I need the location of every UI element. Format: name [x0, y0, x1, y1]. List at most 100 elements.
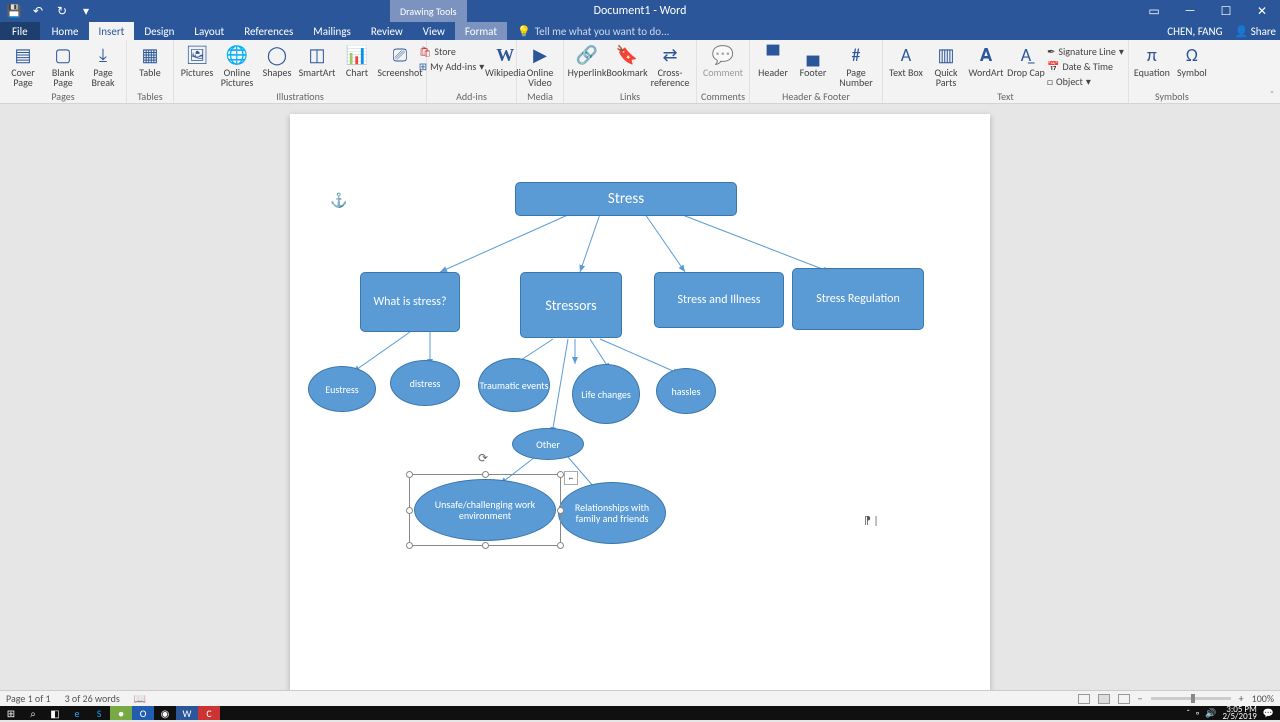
share-button[interactable]: 👤 Share [1235, 25, 1276, 38]
selection-box[interactable]: ⟳ ⌐ [409, 474, 561, 546]
ie-icon[interactable]: e [66, 706, 88, 720]
page-break-button[interactable]: ⤓Page Break [84, 42, 122, 88]
handle[interactable] [406, 542, 413, 549]
shape-eustress[interactable]: Eustress [308, 366, 376, 412]
object-button[interactable]: □Object ▾ [1047, 74, 1124, 89]
shape-life-changes[interactable]: Life changes [572, 364, 640, 424]
rotate-handle-icon[interactable]: ⟳ [478, 451, 492, 465]
shape-other[interactable]: Other [512, 428, 584, 460]
shape-distress[interactable]: distress [390, 360, 460, 406]
shapes-button[interactable]: ◯Shapes [258, 42, 296, 78]
equation-button[interactable]: πEquation [1133, 42, 1171, 78]
handle[interactable] [482, 471, 489, 478]
tab-format[interactable]: Format [455, 22, 507, 40]
document-workspace[interactable]: ⚓ Stress What is stress? Stressors Stres… [0, 104, 1280, 690]
app-icon[interactable]: ● [110, 706, 132, 720]
outlook-icon[interactable]: O [132, 706, 154, 720]
tray-chevron-icon[interactable]: ˆ [1186, 708, 1190, 719]
shape-traumatic[interactable]: Traumatic events [478, 358, 550, 412]
chrome-icon[interactable]: ◉ [154, 706, 176, 720]
qat-customize-icon[interactable]: ▾ [78, 3, 94, 19]
status-page[interactable]: Page 1 of 1 [6, 692, 51, 705]
print-layout-icon[interactable] [1098, 694, 1110, 704]
online-pictures-button[interactable]: 🌐Online Pictures [218, 42, 256, 88]
task-view-icon[interactable]: ◧ [44, 706, 66, 720]
store-button[interactable]: 🛍Store [419, 44, 485, 59]
tab-home[interactable]: Home [42, 22, 89, 40]
my-addins-button[interactable]: ⊞My Add-ins ▾ [419, 59, 485, 74]
tell-me-search[interactable]: 💡Tell me what you want to do... [517, 25, 669, 38]
online-video-button[interactable]: ▶Online Video [521, 42, 559, 88]
word-icon[interactable]: W [176, 706, 198, 720]
screenshot-button[interactable]: ⎚Screenshot [378, 42, 422, 78]
tab-design[interactable]: Design [134, 22, 184, 40]
network-icon[interactable]: ▫ [1196, 708, 1199, 719]
layout-options-icon[interactable]: ⌐ [564, 471, 578, 485]
bookmark-button[interactable]: 🔖Bookmark [608, 42, 646, 78]
search-icon[interactable]: ⌕ [22, 706, 44, 720]
shape-stressors[interactable]: Stressors [520, 272, 622, 338]
minimize-button[interactable]: — [1172, 0, 1208, 22]
drop-cap-button[interactable]: A̲Drop Cap [1007, 42, 1045, 78]
status-words[interactable]: 3 of 26 words [65, 692, 120, 705]
handle[interactable] [482, 542, 489, 549]
tab-mailings[interactable]: Mailings [303, 22, 361, 40]
tab-insert[interactable]: Insert [89, 22, 135, 40]
table-button[interactable]: ▦Table [131, 42, 169, 78]
hyperlink-button[interactable]: 🔗Hyperlink [568, 42, 606, 78]
page-number-button[interactable]: #Page Number [834, 42, 878, 88]
shape-what-is-stress[interactable]: What is stress? [360, 272, 460, 332]
shape-stress-illness[interactable]: Stress and Illness [654, 272, 784, 328]
tab-layout[interactable]: Layout [184, 22, 234, 40]
chart-button[interactable]: 📊Chart [338, 42, 376, 78]
cross-reference-button[interactable]: ⇄Cross-reference [648, 42, 692, 88]
page[interactable]: ⚓ Stress What is stress? Stressors Stres… [290, 114, 990, 690]
shape-hassles[interactable]: hassles [656, 368, 716, 414]
tab-references[interactable]: References [234, 22, 303, 40]
symbol-button[interactable]: ΩSymbol [1173, 42, 1211, 78]
start-button[interactable]: ⊞ [0, 706, 22, 720]
notifications-icon[interactable]: 💬 [1263, 708, 1274, 719]
pictures-button[interactable]: 🖼Pictures [178, 42, 216, 78]
zoom-out-button[interactable]: − [1138, 692, 1143, 705]
user-name[interactable]: CHEN, FANG [1167, 25, 1222, 38]
undo-icon[interactable]: ↶ [30, 3, 46, 19]
camtasia-icon[interactable]: C [198, 706, 220, 720]
smartart-button[interactable]: ◫SmartArt [298, 42, 336, 78]
handle[interactable] [557, 542, 564, 549]
date-time-button[interactable]: 📅Date & Time [1047, 59, 1124, 74]
spell-check-icon[interactable]: 📖 [134, 692, 146, 705]
handle[interactable] [557, 471, 564, 478]
skype-icon[interactable]: S [88, 706, 110, 720]
quick-parts-button[interactable]: ▥Quick Parts [927, 42, 965, 88]
save-icon[interactable]: 💾 [6, 3, 22, 19]
cover-page-button[interactable]: ▤Cover Page [4, 42, 42, 88]
ribbon-display-icon[interactable]: ▭ [1136, 0, 1172, 22]
footer-button[interactable]: ▄Footer [794, 42, 832, 78]
comment-button[interactable]: 💬Comment [701, 42, 745, 78]
shape-stress-regulation[interactable]: Stress Regulation [792, 268, 924, 330]
cover-page-icon: ▤ [12, 44, 34, 66]
clock[interactable]: 3:05 PM2/5/2019 [1222, 706, 1256, 720]
blank-page-button[interactable]: ▢Blank Page [44, 42, 82, 88]
handle[interactable] [406, 471, 413, 478]
tab-file[interactable]: File [0, 22, 40, 40]
wordart-button[interactable]: 𝐀WordArt [967, 42, 1005, 78]
shape-relationships[interactable]: Relationships with family and friends [558, 482, 666, 544]
tab-review[interactable]: Review [361, 22, 413, 40]
signature-line-button[interactable]: ✒Signature Line ▾ [1047, 44, 1124, 59]
text-box-button[interactable]: AText Box [887, 42, 925, 78]
close-button[interactable]: ✕ [1244, 0, 1280, 22]
web-layout-icon[interactable] [1118, 694, 1130, 704]
collapse-ribbon-icon[interactable]: ˆ [1270, 88, 1274, 101]
redo-icon[interactable]: ↻ [54, 3, 70, 19]
tab-view[interactable]: View [413, 22, 455, 40]
header-button[interactable]: ▀Header [754, 42, 792, 78]
handle[interactable] [557, 507, 564, 514]
zoom-slider[interactable] [1151, 697, 1231, 700]
shape-root[interactable]: Stress [515, 182, 737, 216]
read-mode-icon[interactable] [1078, 694, 1090, 704]
handle[interactable] [406, 507, 413, 514]
volume-icon[interactable]: 🔊 [1205, 708, 1216, 719]
maximize-button[interactable]: ☐ [1208, 0, 1244, 22]
